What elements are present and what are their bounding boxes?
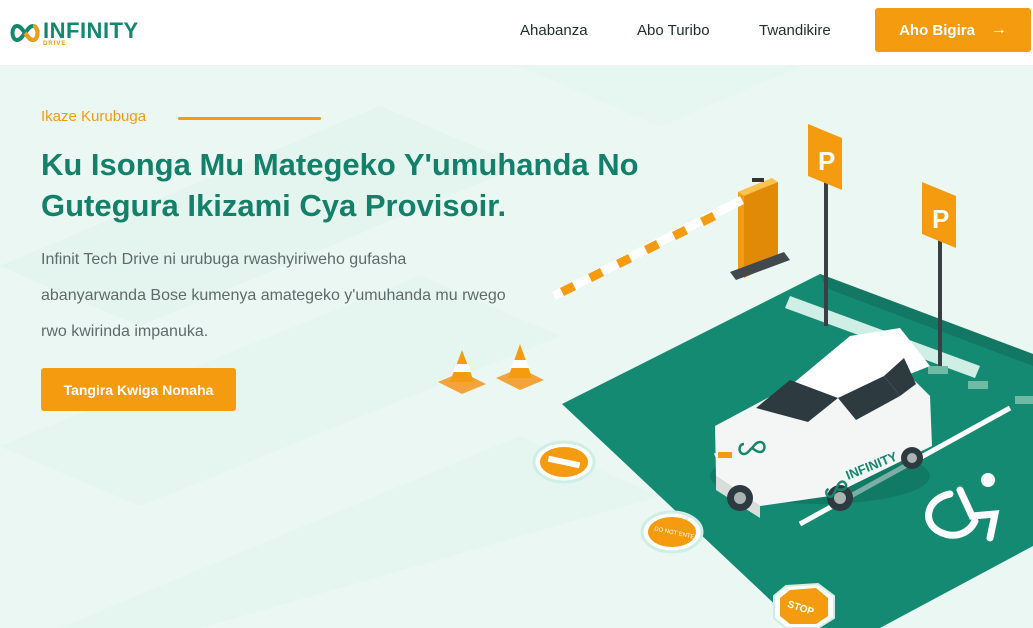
- nav-link-home[interactable]: Ahabanza: [520, 22, 588, 39]
- nav-link-about[interactable]: Abo Turibo: [637, 22, 710, 39]
- nav-link-contact[interactable]: Twandikire: [759, 22, 831, 39]
- get-started-label: Aho Bigira: [899, 21, 975, 39]
- barrier-gate: [552, 178, 790, 300]
- parking-illustration: P P DO NOT ENTER STOP INFINITY: [438, 124, 1033, 628]
- svg-text:P: P: [818, 146, 835, 176]
- no-entry-sign: [532, 440, 596, 484]
- get-started-button[interactable]: Aho Bigira →: [875, 8, 1031, 52]
- traffic-cone-1: [438, 350, 486, 394]
- site-header: INFINITY DRIVE Ahabanza Abo Turibo Twand…: [0, 0, 1033, 66]
- do-not-enter-sign: DO NOT ENTER: [640, 510, 704, 554]
- stop-sign: STOP: [773, 582, 835, 628]
- traffic-cone-2: [496, 344, 544, 390]
- brand-sub: DRIVE: [43, 41, 67, 47]
- arrow-right-icon: →: [990, 21, 1007, 38]
- brand-logo[interactable]: INFINITY DRIVE: [8, 12, 148, 52]
- hero-section: Ikaze Kurubuga Ku Isonga Mu Mategeko Y'u…: [0, 66, 1033, 628]
- svg-text:P: P: [932, 204, 949, 234]
- infinity-logo-icon: [10, 23, 40, 43]
